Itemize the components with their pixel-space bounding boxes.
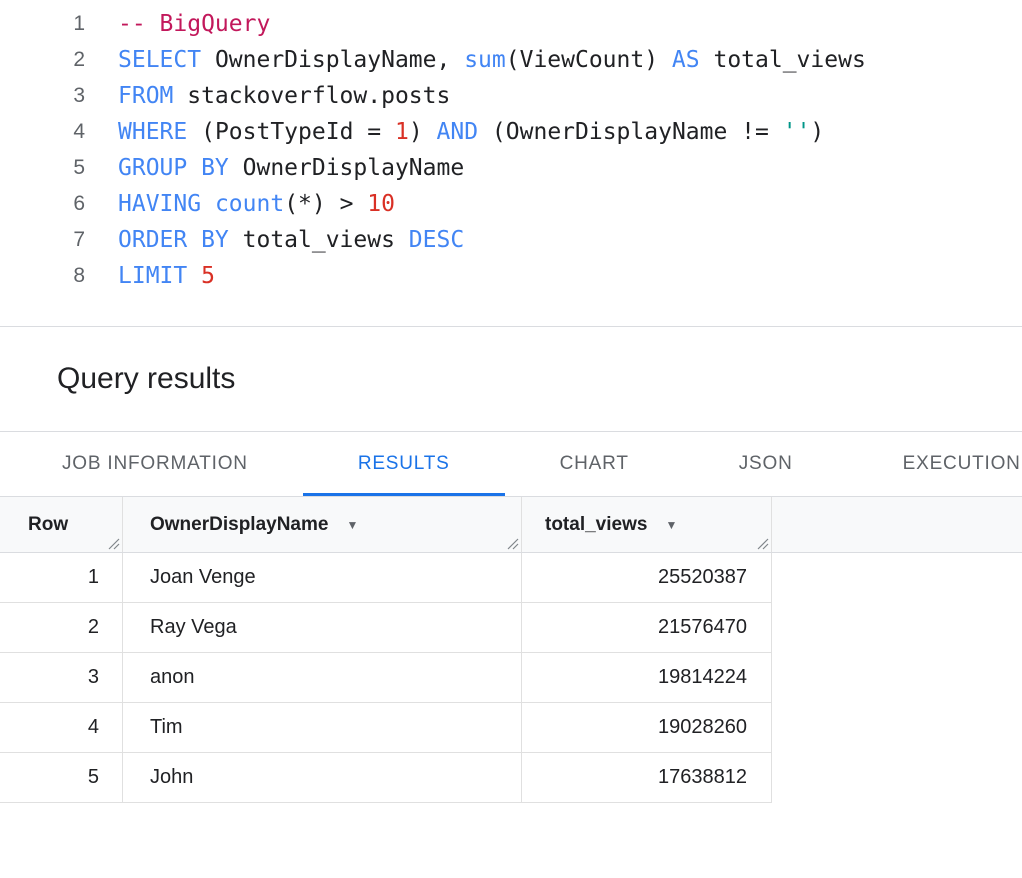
line-number: 4 xyxy=(0,114,85,150)
table-row: 4Tim19028260 xyxy=(0,703,772,753)
code-token-num: 10 xyxy=(367,191,395,217)
code-token-def: (PostTypeId = xyxy=(187,119,395,145)
column-label: total_views xyxy=(545,514,647,536)
cell-row-number: 3 xyxy=(0,653,123,702)
line-number: 2 xyxy=(0,42,85,78)
column-resize-handle-icon[interactable] xyxy=(506,537,519,550)
cell-total-views: 19028260 xyxy=(522,703,772,752)
results-table: Row OwnerDisplayName ▼ total_views ▼ 1Joan V… xyxy=(0,497,1022,803)
code-token-kw: FROM xyxy=(118,83,173,109)
header-filler xyxy=(772,497,1022,552)
code-token-def: OwnerDisplayName, xyxy=(201,47,464,73)
code-line: 4WHERE (PostTypeId = 1) AND (OwnerDispla… xyxy=(0,114,1022,150)
table-row: 3anon19814224 xyxy=(0,653,772,703)
tab-chart[interactable]: CHART xyxy=(505,432,684,496)
code-text: SELECT OwnerDisplayName, sum(ViewCount) … xyxy=(85,42,866,78)
code-token-comment: -- BigQuery xyxy=(118,11,270,37)
code-token-kw: sum xyxy=(464,47,506,73)
results-tabbar: JOB INFORMATIONRESULTSCHARTJSONEXECUTION… xyxy=(0,432,1022,497)
code-text: ORDER BY total_views DESC xyxy=(85,222,464,258)
table-row: 5John17638812 xyxy=(0,753,772,803)
code-token-kw: LIMIT xyxy=(118,263,187,289)
line-number: 3 xyxy=(0,78,85,114)
column-resize-handle-icon[interactable] xyxy=(756,537,769,550)
code-line: 6HAVING count(*) > 10 xyxy=(0,186,1022,222)
cell-total-views: 21576470 xyxy=(522,603,772,652)
code-text: -- BigQuery xyxy=(85,6,270,42)
table-body: 1Joan Venge255203872Ray Vega215764703ano… xyxy=(0,553,1022,803)
code-token-kw: GROUP BY xyxy=(118,155,229,181)
code-line: 5GROUP BY OwnerDisplayName xyxy=(0,150,1022,186)
line-number: 5 xyxy=(0,150,85,186)
cell-owner-display-name: John xyxy=(123,753,522,802)
line-number: 8 xyxy=(0,258,85,294)
column-label: Row xyxy=(28,514,68,536)
cell-row-number: 4 xyxy=(0,703,123,752)
code-token-def: (OwnerDisplayName != xyxy=(478,119,783,145)
code-token-kw: ORDER BY xyxy=(118,227,229,253)
code-line: 7ORDER BY total_views DESC xyxy=(0,222,1022,258)
cell-total-views: 17638812 xyxy=(522,753,772,802)
column-header-row[interactable]: Row xyxy=(0,497,123,552)
cell-total-views: 25520387 xyxy=(522,553,772,602)
code-token-def: stackoverflow.posts xyxy=(173,83,450,109)
line-number: 7 xyxy=(0,222,85,258)
code-token-kw: SELECT xyxy=(118,47,201,73)
code-text: HAVING count(*) > 10 xyxy=(85,186,395,222)
column-resize-handle-icon[interactable] xyxy=(107,537,120,550)
code-text: FROM stackoverflow.posts xyxy=(85,78,450,114)
cell-row-number: 5 xyxy=(0,753,123,802)
cell-total-views: 19814224 xyxy=(522,653,772,702)
code-token-kw: WHERE xyxy=(118,119,187,145)
table-header-row: Row OwnerDisplayName ▼ total_views ▼ xyxy=(0,497,1022,553)
code-line: 2SELECT OwnerDisplayName, sum(ViewCount)… xyxy=(0,42,1022,78)
sql-editor[interactable]: 1-- BigQuery2SELECT OwnerDisplayName, su… xyxy=(0,0,1022,327)
code-token-num: 5 xyxy=(201,263,215,289)
code-token-def: OwnerDisplayName xyxy=(229,155,464,181)
column-label: OwnerDisplayName xyxy=(150,514,328,536)
code-line: 1 -- BigQuery xyxy=(0,6,1022,42)
code-token-def: total_views xyxy=(229,227,409,253)
table-row: 1Joan Venge25520387 xyxy=(0,553,772,603)
column-header-total-views[interactable]: total_views ▼ xyxy=(522,497,772,552)
code-token-def: (ViewCount) xyxy=(506,47,672,73)
column-dropdown-icon[interactable]: ▼ xyxy=(665,518,677,532)
code-token-def: (*) > xyxy=(284,191,367,217)
code-token-kw: HAVING xyxy=(118,191,201,217)
tab-job-information[interactable]: JOB INFORMATION xyxy=(7,432,303,496)
code-token-num: 1 xyxy=(395,119,409,145)
query-results-header: Query results xyxy=(0,327,1022,432)
code-token-kw: DESC xyxy=(409,227,464,253)
code-text: LIMIT 5 xyxy=(85,258,215,294)
code-lines: 1-- BigQuery2SELECT OwnerDisplayName, su… xyxy=(0,6,1022,294)
code-token-def xyxy=(187,263,201,289)
code-token-def xyxy=(201,191,215,217)
cell-owner-display-name: Tim xyxy=(123,703,522,752)
cell-owner-display-name: anon xyxy=(123,653,522,702)
code-line: 3FROM stackoverflow.posts xyxy=(0,78,1022,114)
cell-owner-display-name: Joan Venge xyxy=(123,553,522,602)
code-line: 8LIMIT 5 xyxy=(0,258,1022,294)
code-token-str: '' xyxy=(783,119,811,145)
code-text: WHERE (PostTypeId = 1) AND (OwnerDisplay… xyxy=(85,114,824,150)
cell-row-number: 1 xyxy=(0,553,123,602)
cell-owner-display-name: Ray Vega xyxy=(123,603,522,652)
tab-results[interactable]: RESULTS xyxy=(303,432,505,496)
table-row: 2Ray Vega21576470 xyxy=(0,603,772,653)
code-token-def: ) xyxy=(810,119,824,145)
code-text: GROUP BY OwnerDisplayName xyxy=(85,150,464,186)
line-number: 1 xyxy=(0,6,85,42)
query-results-title: Query results xyxy=(57,362,235,396)
code-token-def: total_views xyxy=(700,47,866,73)
tab-execution-details[interactable]: EXECUTION DETAILS xyxy=(848,432,1022,496)
code-token-kw: count xyxy=(215,191,284,217)
code-token-kw: AND xyxy=(437,119,479,145)
code-token-kw: AS xyxy=(672,47,700,73)
column-header-ownerdisplayname[interactable]: OwnerDisplayName ▼ xyxy=(123,497,522,552)
code-token-def: ) xyxy=(409,119,437,145)
line-number: 6 xyxy=(0,186,85,222)
column-dropdown-icon[interactable]: ▼ xyxy=(346,518,358,532)
cell-row-number: 2 xyxy=(0,603,123,652)
tab-json[interactable]: JSON xyxy=(684,432,848,496)
